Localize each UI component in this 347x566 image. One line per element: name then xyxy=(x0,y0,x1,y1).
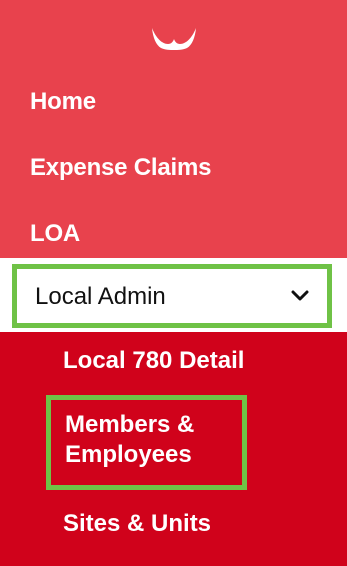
chevron-down-icon xyxy=(291,290,309,301)
local-admin-label: Local Admin xyxy=(35,283,166,310)
sidebar: Home Expense Claims LOA Local Admin Loca… xyxy=(0,0,347,566)
nav-item-home[interactable]: Home xyxy=(30,88,96,116)
submenu-item-members-line1: Members & xyxy=(65,411,195,438)
nav-item-loa[interactable]: LOA xyxy=(30,220,80,248)
submenu-item-members-line2: Employees xyxy=(65,441,192,468)
submenu-item-local-780-detail[interactable]: Local 780 Detail xyxy=(63,347,244,375)
highlighted-submenu-item: Members & Employees xyxy=(46,395,247,490)
submenu-item-sites-units[interactable]: Sites & Units xyxy=(63,510,211,538)
brand-logo-icon[interactable] xyxy=(150,24,198,52)
local-admin-submenu: Local 780 Detail Members & Employees Sit… xyxy=(0,332,347,566)
local-admin-dropdown[interactable]: Local Admin xyxy=(12,264,332,328)
sidebar-top-section: Home Expense Claims LOA xyxy=(0,0,347,258)
nav-item-expense-claims[interactable]: Expense Claims xyxy=(30,154,211,182)
submenu-item-members-employees[interactable]: Members & Employees xyxy=(65,410,194,470)
